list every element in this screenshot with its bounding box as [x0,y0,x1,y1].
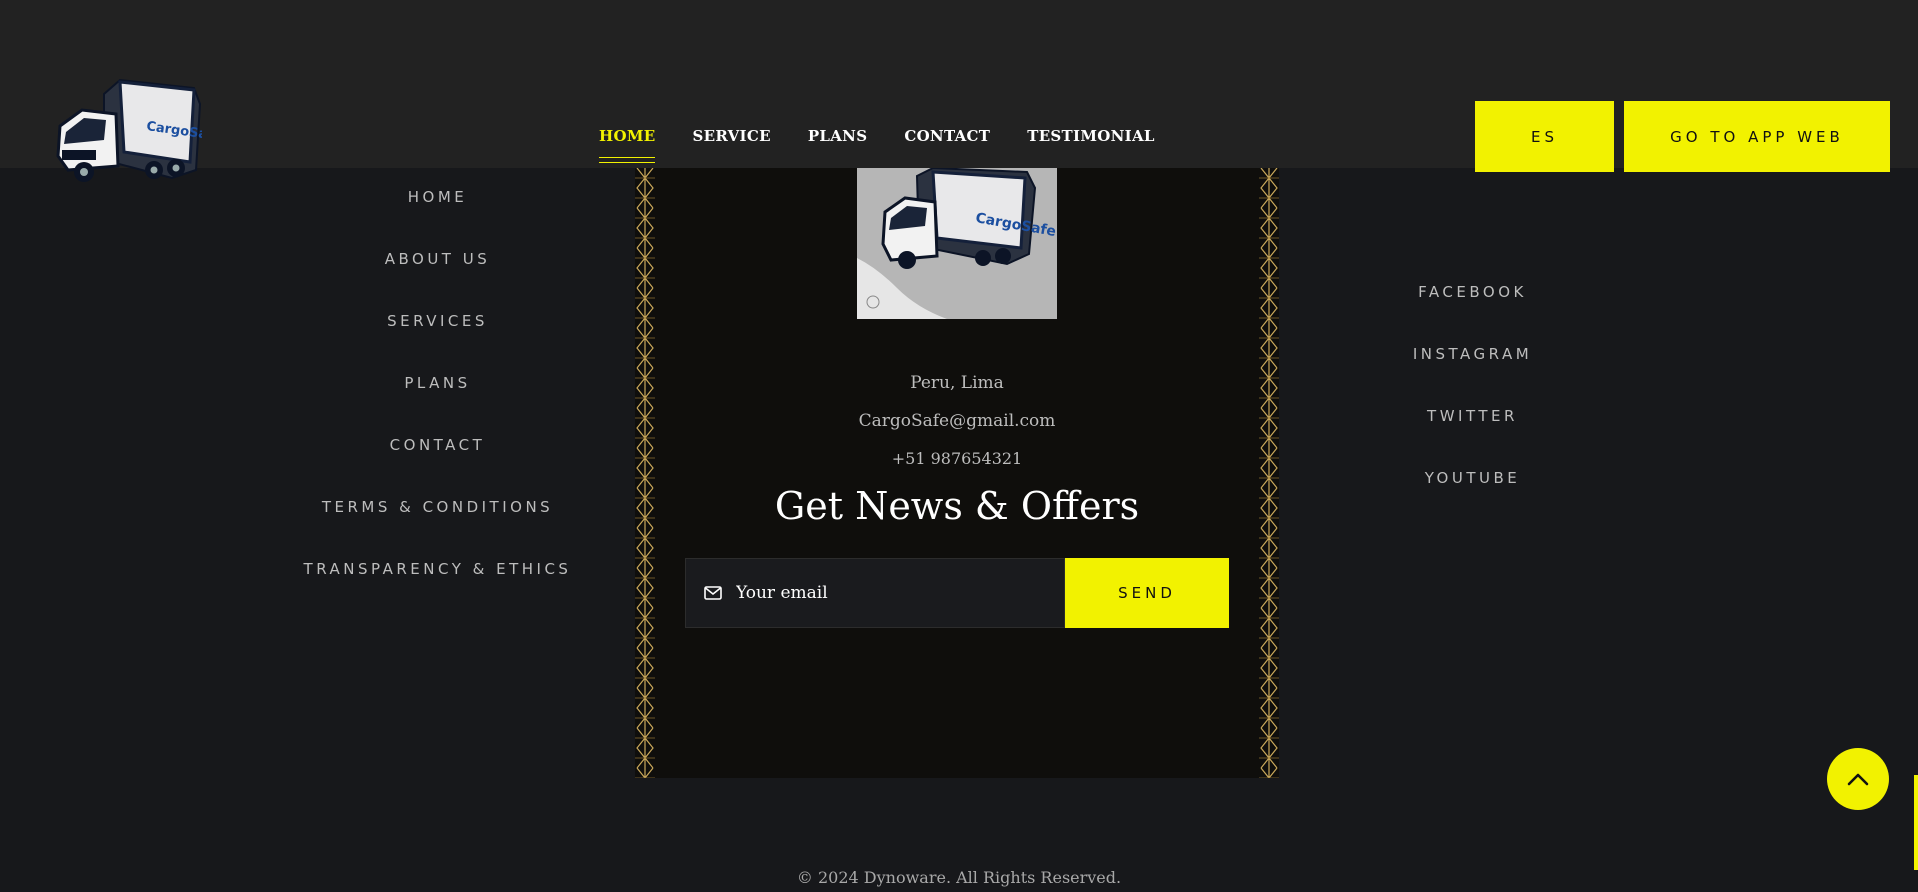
chevron-up-icon [1847,773,1869,786]
main-nav: HOME SERVICE PLANS CONTACT TESTIMONIAL [599,127,1155,158]
scroll-progress-bar [1914,775,1918,870]
footer-link-twitter[interactable]: TWITTER [1330,407,1615,469]
newsletter-email-input[interactable] [736,583,1056,603]
nav-contact[interactable]: CONTACT [904,127,990,145]
ornamental-border-left [635,168,655,778]
contact-location: Peru, Lima [910,373,1004,393]
footer-link-youtube[interactable]: YOUTUBE [1330,469,1615,531]
site-header: HOME SERVICE PLANS CONTACT TESTIMONIAL E… [0,0,1918,172]
copyright-text: © 2024 Dynoware. All Rights Reserved. [796,868,1122,887]
mail-icon [704,586,722,600]
nav-home[interactable]: HOME [599,127,656,158]
header-logo[interactable]: CargoSafe [54,74,223,192]
footer-link-plans[interactable]: PLANS [240,374,635,436]
contact-email[interactable]: CargoSafe@gmail.com [635,411,1279,431]
language-button[interactable]: ES [1475,101,1614,172]
footer-link-home[interactable]: HOME [240,188,635,250]
contact-phone[interactable]: +51 987654321 [635,449,1279,468]
footer-links-left: HOME ABOUT US SERVICES PLANS CONTACT TER… [240,188,635,622]
newsletter-title: Get News & Offers [774,484,1140,528]
nav-testimonial[interactable]: TESTIMONIAL [1027,127,1155,145]
footer-center-panel: CargoSafe Peru, Lima CargoSafe@gmail.com… [635,168,1279,778]
footer-link-about-us[interactable]: ABOUT US [240,250,635,312]
footer-link-terms[interactable]: TERMS & CONDITIONS [240,498,635,560]
footer-link-instagram[interactable]: INSTAGRAM [1330,345,1615,407]
newsletter-email-field[interactable] [685,558,1065,628]
nav-service[interactable]: SERVICE [692,127,770,145]
footer-link-transparency[interactable]: TRANSPARENCY & ETHICS [240,560,635,622]
scroll-to-top-button[interactable] [1827,748,1889,810]
ornamental-border-right [1259,168,1279,778]
nav-plans[interactable]: PLANS [808,127,868,145]
footer-link-services[interactable]: SERVICES [240,312,635,374]
panel-logo-image: CargoSafe [857,168,1057,319]
footer-links-social: FACEBOOK INSTAGRAM TWITTER YOUTUBE [1330,283,1615,531]
footer-link-facebook[interactable]: FACEBOOK [1330,283,1615,345]
truck-logo-icon: CargoSafe [56,78,223,182]
go-to-app-button[interactable]: GO TO APP WEB [1624,101,1890,172]
footer-link-contact[interactable]: CONTACT [240,436,635,498]
newsletter-send-button[interactable]: SEND [1065,558,1229,628]
